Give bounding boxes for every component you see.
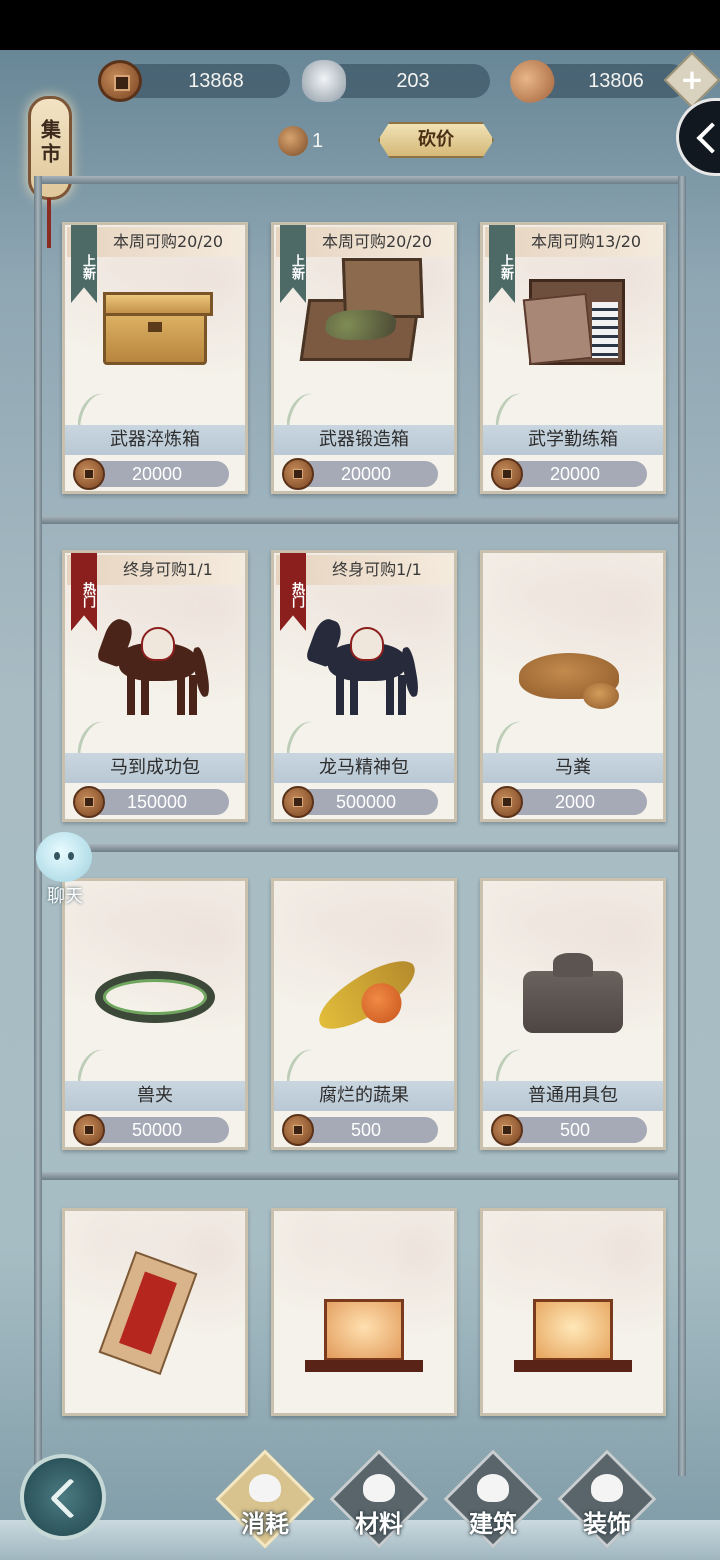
silver-ingot-icon — [302, 60, 346, 102]
dark-horse-icon — [302, 603, 422, 723]
shop-item-card[interactable]: 普通用具包 500 — [480, 878, 666, 1150]
gold-bean-value: 13806 — [588, 70, 644, 92]
tab-label: 材料 — [355, 1509, 403, 1538]
shelf-post-left — [34, 176, 42, 1476]
building-icon — [477, 1474, 509, 1502]
paper-lantern-icon — [304, 1271, 424, 1391]
item-price: 50000 — [131, 1120, 183, 1140]
pavilion-icon — [591, 1474, 623, 1502]
shelf-beam — [34, 176, 686, 184]
item-name: 腐烂的蔬果 — [274, 1081, 454, 1111]
item-name: 马粪 — [483, 753, 663, 783]
item-name: 普通用具包 — [483, 1081, 663, 1111]
copper-coin-value: 13868 — [188, 70, 244, 92]
brown-horse-icon — [93, 603, 213, 723]
shelf-beam — [34, 844, 686, 852]
item-price: 500 — [559, 1120, 591, 1140]
silver-ingot-balance: 203 — [302, 60, 490, 102]
rotten-fruit-icon — [304, 941, 425, 1061]
side-collapse-button[interactable] — [676, 98, 720, 176]
shop-item-card[interactable]: 马粪 2000 — [480, 550, 666, 822]
item-price: 20000 — [549, 464, 601, 484]
price-bar[interactable]: 2000 — [491, 786, 647, 818]
price-bar[interactable]: 50000 — [73, 1114, 229, 1146]
price-bar[interactable]: 20000 — [73, 458, 229, 490]
shop-item-card[interactable]: 兽夹 50000 — [62, 878, 248, 1150]
shop-item-card[interactable]: 腐烂的蔬果 500 — [271, 878, 457, 1150]
shelf-beam — [34, 516, 686, 524]
item-name: 龙马精神包 — [274, 753, 454, 783]
item-price: 2000 — [554, 792, 596, 812]
cloth-bundle-icon — [513, 941, 633, 1061]
shop-item-card[interactable] — [480, 1208, 666, 1416]
item-name: 武器淬炼箱 — [65, 425, 245, 455]
tab-label: 建筑 — [469, 1509, 517, 1538]
chat-label: 聊天 — [47, 886, 83, 907]
back-button[interactable] — [20, 1454, 106, 1540]
shelf-beam — [34, 1172, 686, 1180]
price-bar[interactable]: 500 — [282, 1114, 438, 1146]
shop-item-card[interactable] — [271, 1208, 457, 1416]
bargain-count: 1 — [278, 124, 323, 158]
shop-item-card[interactable]: 本周可购13/20 上新 武学勤练箱 20000 — [480, 222, 666, 494]
price-bar[interactable]: 500 — [491, 1114, 647, 1146]
open-weapon-box-icon — [299, 269, 424, 389]
bargain-button[interactable]: 砍价 — [378, 122, 494, 158]
chat-mascot-icon — [36, 832, 92, 882]
item-price: 500 — [350, 1120, 382, 1140]
currency-bar: 13868 203 13806 + — [0, 51, 720, 109]
item-name: 兽夹 — [65, 1081, 245, 1111]
market-sign-label: 集市 — [37, 119, 62, 167]
materials-icon — [363, 1474, 395, 1502]
tab-label: 装饰 — [583, 1509, 631, 1538]
silver-ingot-value: 203 — [396, 70, 430, 92]
item-price: 150000 — [126, 792, 188, 812]
hexagon-lantern-icon — [513, 1271, 633, 1391]
item-price: 500000 — [335, 792, 397, 812]
copper-coin-balance: 13868 — [98, 60, 290, 102]
price-bar[interactable]: 500000 — [282, 786, 438, 818]
horse-dung-icon — [513, 613, 633, 733]
item-name: 马到成功包 — [65, 753, 245, 783]
bowl-icon — [249, 1474, 281, 1502]
price-bar[interactable]: 150000 — [73, 786, 229, 818]
tab-decorations[interactable]: 装饰 — [557, 1449, 657, 1549]
tab-consumables[interactable]: 消耗 — [215, 1449, 315, 1549]
copper-coin-icon — [98, 60, 142, 102]
shop-item-card[interactable]: 本周可购20/20 上新 武器淬炼箱 20000 — [62, 222, 248, 494]
item-name: 武学勤练箱 — [483, 425, 663, 455]
red-letter-icon — [95, 1250, 215, 1376]
tab-label: 消耗 — [241, 1509, 289, 1538]
item-price: 20000 — [131, 464, 183, 484]
gold-bean-icon — [504, 53, 560, 109]
beast-trap-icon — [95, 941, 215, 1061]
bargain-count-value: 1 — [312, 129, 324, 152]
shelf-post-right — [678, 176, 686, 1476]
tab-buildings[interactable]: 建筑 — [443, 1449, 543, 1549]
item-price: 20000 — [340, 464, 392, 484]
item-name: 武器锻造箱 — [274, 425, 454, 455]
wooden-chest-icon — [95, 269, 215, 389]
shop-item-card[interactable]: 本周可购20/20 上新 武器锻造箱 20000 — [271, 222, 457, 494]
book-case-icon — [513, 269, 633, 389]
price-bar[interactable]: 20000 — [282, 458, 438, 490]
shop-item-card[interactable]: 终身可购1/1 热门 龙马精神包 500000 — [271, 550, 457, 822]
chat-button[interactable]: 聊天 — [30, 832, 100, 907]
status-bar — [0, 0, 720, 50]
plus-icon: + — [680, 63, 704, 96]
shop-item-card[interactable]: 终身可购1/1 热门 马到成功包 150000 — [62, 550, 248, 822]
price-bar[interactable]: 20000 — [491, 458, 647, 490]
tab-materials[interactable]: 材料 — [329, 1449, 429, 1549]
bargain-token-icon — [278, 126, 308, 156]
shop-item-card[interactable] — [62, 1208, 248, 1416]
